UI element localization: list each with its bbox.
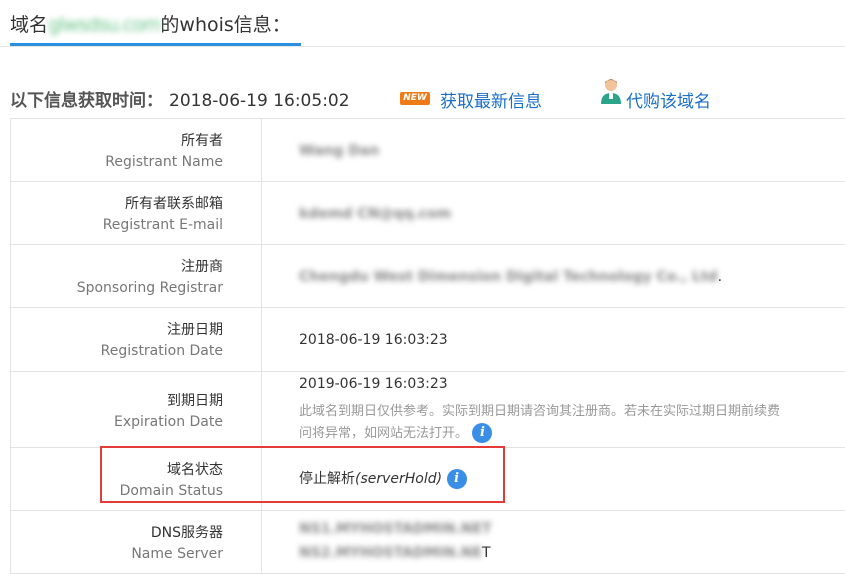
page-header: 域名glwsdsu.com的whois信息：: [0, 0, 845, 47]
domain-status-highlight: [100, 446, 505, 503]
registrar-value: Chengdu West Dimension Digital Technolog…: [299, 269, 723, 285]
expiration-date-value: 2019-06-19 16:03:23 此域名到期日仅供参考。实际到期日期请咨询…: [299, 376, 781, 443]
table-row: 注册日期 Registration Date 2018-06-19 16:03:…: [11, 308, 845, 372]
row-label: 注册日期 Registration Date: [11, 308, 262, 371]
registration-date-value: 2018-06-19 16:03:23: [299, 332, 448, 348]
title-prefix: 域名: [10, 14, 49, 36]
row-label: 所有者联系邮箱 Registrant E-mail: [11, 182, 262, 244]
person-icon: [601, 79, 621, 104]
registrant-email-value: kdemd CN@qq.com: [299, 206, 452, 222]
registrant-name-value: Wang Dan: [299, 143, 380, 159]
row-label: DNS服务器 Name Server: [11, 511, 262, 573]
row-label: 所有者 Registrant Name: [11, 119, 262, 181]
info-icon[interactable]: i: [472, 423, 493, 443]
new-badge-icon: NEW: [400, 92, 430, 105]
title-underline: [10, 43, 301, 46]
table-row: DNS服务器 Name Server NS1.MYHOSTADMIN.NET N…: [11, 511, 845, 574]
page-title: 域名glwsdsu.com的whois信息：: [10, 10, 291, 37]
fetch-time-value: 2018-06-19 16:05:02: [169, 91, 350, 111]
whois-table: 所有者 Registrant Name Wang Dan 所有者联系邮箱 Reg…: [10, 118, 845, 574]
row-label: 到期日期 Expiration Date: [11, 372, 262, 447]
row-label: 注册商 Sponsoring Registrar: [11, 245, 262, 307]
table-row: 所有者 Registrant Name Wang Dan: [11, 119, 845, 182]
buy-domain-link[interactable]: 代购该域名: [626, 87, 711, 112]
table-row: 所有者联系邮箱 Registrant E-mail kdemd CN@qq.co…: [11, 182, 845, 245]
expiration-note: 此域名到期日仅供参考。实际到期日期请咨询其注册商。若未在实际过期日期前续费: [299, 404, 781, 419]
dns-value: NS1.MYHOSTADMIN.NET NS2.MYHOSTADMIN.NET: [299, 521, 492, 561]
refresh-info-link[interactable]: 获取最新信息: [440, 87, 542, 112]
table-row: 注册商 Sponsoring Registrar Chengdu West Di…: [11, 245, 845, 308]
fetch-time-label: 以下信息获取时间：: [10, 91, 163, 111]
title-domain: glwsdsu.com: [48, 14, 161, 36]
table-row: 到期日期 Expiration Date 2019-06-19 16:03:23…: [11, 372, 845, 448]
title-suffix: 的whois信息：: [160, 14, 291, 36]
fetch-time-bar: 以下信息获取时间： 2018-06-19 16:05:02 NEW 获取最新信息 …: [10, 79, 845, 112]
